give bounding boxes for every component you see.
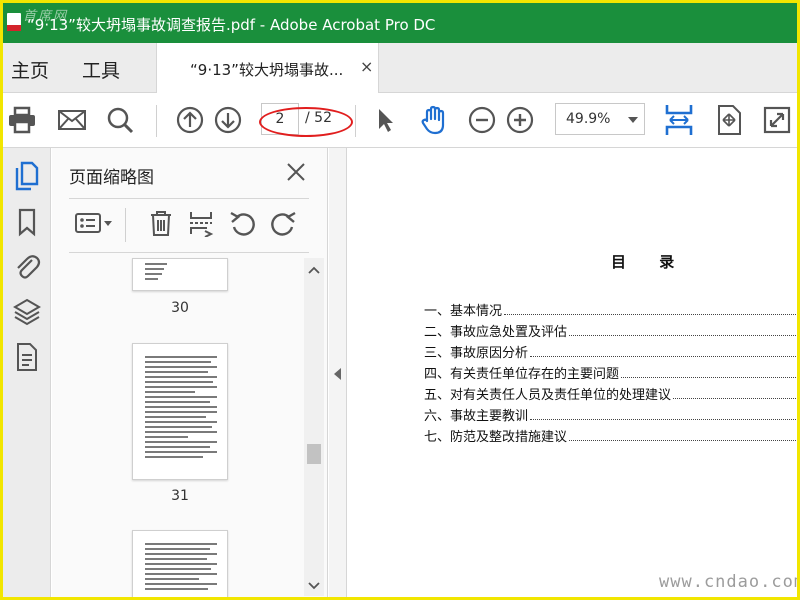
previous-page-icon[interactable] <box>173 103 207 137</box>
page-thumbnails-icon[interactable] <box>9 158 45 194</box>
tab-tools[interactable]: 工具 <box>82 56 120 83</box>
page-thumbnail[interactable] <box>132 343 228 480</box>
panel-divider <box>69 198 309 199</box>
thumbnail-page-label: 30 <box>171 300 189 316</box>
document-tab-label: “9·13”较大坍塌事故... <box>190 61 344 79</box>
page-count: / 52 <box>305 110 332 126</box>
scroll-down-icon[interactable] <box>308 580 320 592</box>
zoom-value: 49.9% <box>566 111 611 127</box>
toc-entry[interactable]: 五、对有关责任人员及责任单位的处理建议 <box>424 382 797 403</box>
page-navigator: 2 / 52 <box>261 103 339 135</box>
page-thumbnail[interactable] <box>132 530 228 597</box>
collapse-panel-icon[interactable] <box>334 368 341 380</box>
thumbnails-panel: 页面缩略图 30 31 <box>52 148 328 597</box>
title-bar: 首席网 “9·13”较大坍塌事故调查报告.pdf - Adobe Acrobat… <box>3 3 797 43</box>
tab-bar: 主页 工具 “9·13”较大坍塌事故... × <box>3 43 797 93</box>
scrollbar-thumb[interactable] <box>307 444 321 464</box>
zoom-select[interactable]: 49.9% <box>555 103 645 135</box>
tab-document[interactable]: “9·13”较大坍塌事故... × <box>156 43 379 93</box>
zoom-out-icon[interactable] <box>465 103 499 137</box>
site-watermark: www.cndao.com <box>659 572 797 592</box>
next-page-icon[interactable] <box>211 103 245 137</box>
thumbnail-options-icon[interactable] <box>72 208 116 238</box>
chevron-down-icon <box>628 117 638 123</box>
fit-page-icon[interactable] <box>712 103 746 137</box>
search-icon[interactable] <box>103 103 137 137</box>
email-icon[interactable] <box>55 103 89 137</box>
window-title: “9·13”较大坍塌事故调查报告.pdf - Adobe Acrobat Pro… <box>27 16 436 34</box>
toolbar: 2 / 52 49.9% <box>3 93 797 148</box>
toc-entry[interactable]: 七、防范及整改措施建议 <box>424 424 797 445</box>
tab-home[interactable]: 主页 <box>11 56 49 83</box>
navigation-rail <box>3 148 51 597</box>
toc-entry[interactable]: 三、事故原因分析 <box>424 340 797 361</box>
zoom-in-icon[interactable] <box>503 103 537 137</box>
thumbnail-page-label: 31 <box>171 488 189 504</box>
acrobat-app-icon <box>7 13 21 31</box>
close-tab-icon[interactable]: × <box>360 57 373 76</box>
toc-entry[interactable]: 一、基本情况 <box>424 298 797 319</box>
table-of-contents: 一、基本情况 二、事故应急处置及评估 三、事故原因分析 四、有关责任单位存在的主… <box>424 298 797 445</box>
toc-title: 目 录 <box>611 253 689 271</box>
thumbnail-scrollbar[interactable] <box>304 258 324 596</box>
page-number-input[interactable]: 2 <box>261 103 299 135</box>
content-icon[interactable] <box>9 339 45 375</box>
panel-splitter[interactable] <box>329 148 347 597</box>
extract-page-icon[interactable] <box>186 208 216 238</box>
layers-icon[interactable] <box>9 294 45 330</box>
toolbar-separator <box>156 105 157 137</box>
rotate-clockwise-icon[interactable] <box>269 208 299 238</box>
bookmark-icon[interactable] <box>9 204 45 240</box>
fit-width-icon[interactable] <box>662 103 696 137</box>
page-thumbnail[interactable] <box>132 258 228 291</box>
delete-page-icon[interactable] <box>146 208 176 238</box>
acrobat-window: 首席网 “9·13”较大坍塌事故调查报告.pdf - Adobe Acrobat… <box>3 3 797 597</box>
toc-entry[interactable]: 二、事故应急处置及评估 <box>424 319 797 340</box>
close-panel-icon[interactable] <box>282 158 310 186</box>
hand-tool-icon[interactable] <box>417 103 451 137</box>
attachment-icon[interactable] <box>9 249 45 285</box>
toc-entry[interactable]: 六、事故主要教训 <box>424 403 797 424</box>
toc-entry[interactable]: 四、有关责任单位存在的主要问题 <box>424 361 797 382</box>
print-icon[interactable] <box>5 103 39 137</box>
document-view: 目 录 一、基本情况 二、事故应急处置及评估 三、事故原因分析 四、有关责任单位… <box>348 148 797 597</box>
panel-divider <box>69 252 309 253</box>
full-screen-icon[interactable] <box>760 103 794 137</box>
panel-separator <box>125 208 126 242</box>
toolbar-separator <box>355 105 356 137</box>
select-pointer-icon[interactable] <box>368 103 402 137</box>
panel-title: 页面缩略图 <box>69 168 154 188</box>
scroll-up-icon[interactable] <box>308 264 320 276</box>
rotate-counterclockwise-icon[interactable] <box>227 208 257 238</box>
